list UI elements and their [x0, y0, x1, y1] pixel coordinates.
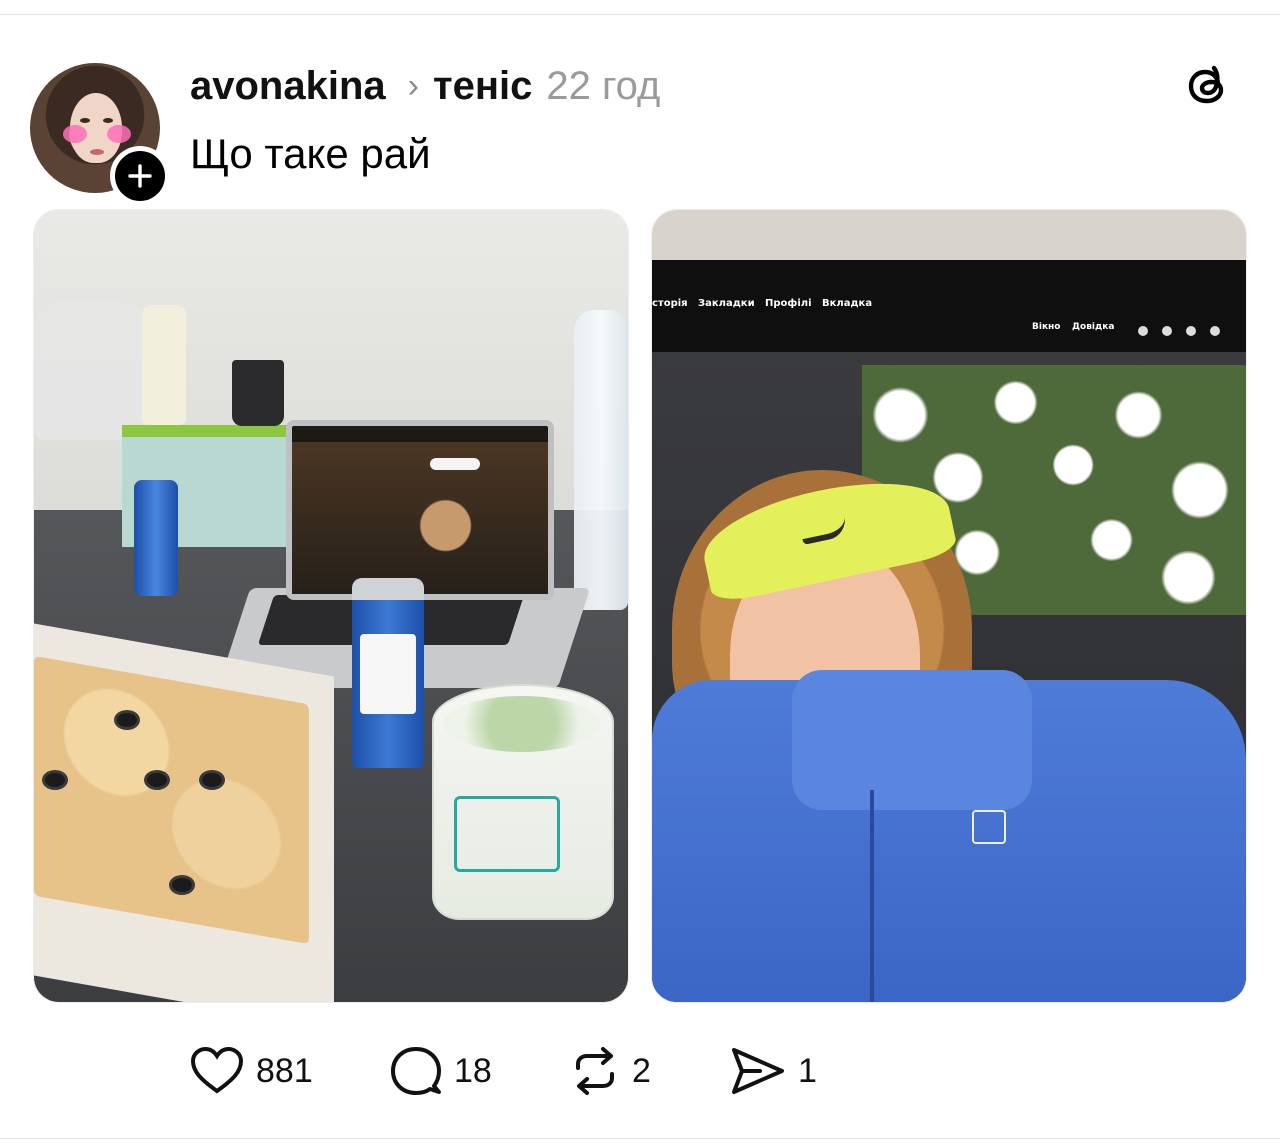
avatar-eye-right: [103, 118, 113, 123]
avatar-blush-left: [63, 125, 87, 143]
comment-button[interactable]: 18: [390, 1046, 570, 1096]
chevron-right-icon: ›: [407, 67, 419, 105]
photo-status-icon: [1186, 326, 1196, 336]
photo-olive: [199, 770, 225, 790]
comment-count: 18: [454, 1052, 492, 1090]
photo-mug: [232, 360, 284, 426]
photo-plastic-bag: [34, 300, 154, 440]
photo-laptop-screen: [286, 420, 554, 600]
avatar-eye-left: [80, 118, 90, 123]
avatar-blush-right: [107, 125, 131, 143]
photo-olive: [114, 710, 140, 730]
photo-olive: [42, 770, 68, 790]
heart-icon: [190, 1047, 244, 1095]
repost-button[interactable]: 2: [570, 1046, 730, 1096]
photo-menu-item: Вкладка: [822, 298, 873, 309]
photo-water-bottle: [574, 310, 628, 610]
photo-can-front: [352, 578, 424, 768]
photo-status-icon: [1210, 326, 1220, 336]
photo-menu-item: Закладки: [698, 298, 755, 309]
photo-cup-topping: [444, 696, 600, 752]
top-divider: [0, 14, 1280, 15]
share-send-icon: [730, 1046, 786, 1096]
share-button[interactable]: 1: [730, 1046, 817, 1096]
photo-olive: [144, 770, 170, 790]
photo-laptop-headband: [430, 458, 480, 470]
photo-olive: [169, 875, 195, 895]
photo-can-back: [134, 480, 178, 596]
post-time: 22 год: [546, 64, 661, 108]
plus-icon: [115, 151, 165, 201]
photo-status-icons: [1138, 326, 1220, 336]
photo-jacket-collar: [792, 670, 1032, 810]
post-actions: 881 18 2 1: [190, 1046, 817, 1096]
photo-jacket-logo: [972, 810, 1006, 844]
author-username[interactable]: avonakina: [190, 60, 386, 112]
photo-menu-item: сторія: [652, 298, 688, 309]
photo-status-icon: [1162, 326, 1172, 336]
like-count: 881: [256, 1052, 313, 1090]
comment-bubble-icon: [390, 1046, 442, 1096]
photo-spray-bottle: [142, 305, 186, 425]
photo-menu-right-item: Вікно: [1032, 322, 1061, 332]
photo-jacket-zip: [870, 790, 874, 1002]
threads-post-page: avonakina › теніс 22 год Що таке рай сто…: [0, 0, 1280, 1148]
repost-icon: [570, 1046, 620, 1096]
follow-button[interactable]: [110, 146, 170, 206]
post-image-1[interactable]: [33, 209, 629, 1003]
photo-cup-print: [454, 796, 560, 872]
photo-menu-item: Профілі: [765, 298, 812, 309]
bottom-divider: [0, 1138, 1280, 1139]
photo-status-icon: [1138, 326, 1148, 336]
photo-laptop-video: [292, 442, 548, 594]
photo-pizza: [34, 655, 309, 945]
repost-count: 2: [632, 1052, 651, 1090]
avatar-lips: [90, 149, 104, 155]
photo-menu-right-item: Довідка: [1072, 322, 1115, 332]
topic-tag[interactable]: теніс: [433, 60, 532, 112]
post-header: avonakina › теніс 22 год: [190, 60, 660, 112]
share-count: 1: [798, 1052, 817, 1090]
post-text: Що таке рай: [190, 130, 431, 177]
photo-can-lid: [352, 578, 424, 600]
like-button[interactable]: 881: [190, 1046, 390, 1096]
photo-player-jacket: [652, 670, 1246, 1002]
threads-logo-icon[interactable]: [1180, 58, 1236, 114]
photo-visor-logo: [799, 515, 849, 546]
photo-can-label: [360, 634, 416, 714]
post-image-2[interactable]: сторія Закладки Профілі Вкладка Вікно До…: [651, 209, 1247, 1003]
photo-drink-cup: [432, 684, 614, 920]
